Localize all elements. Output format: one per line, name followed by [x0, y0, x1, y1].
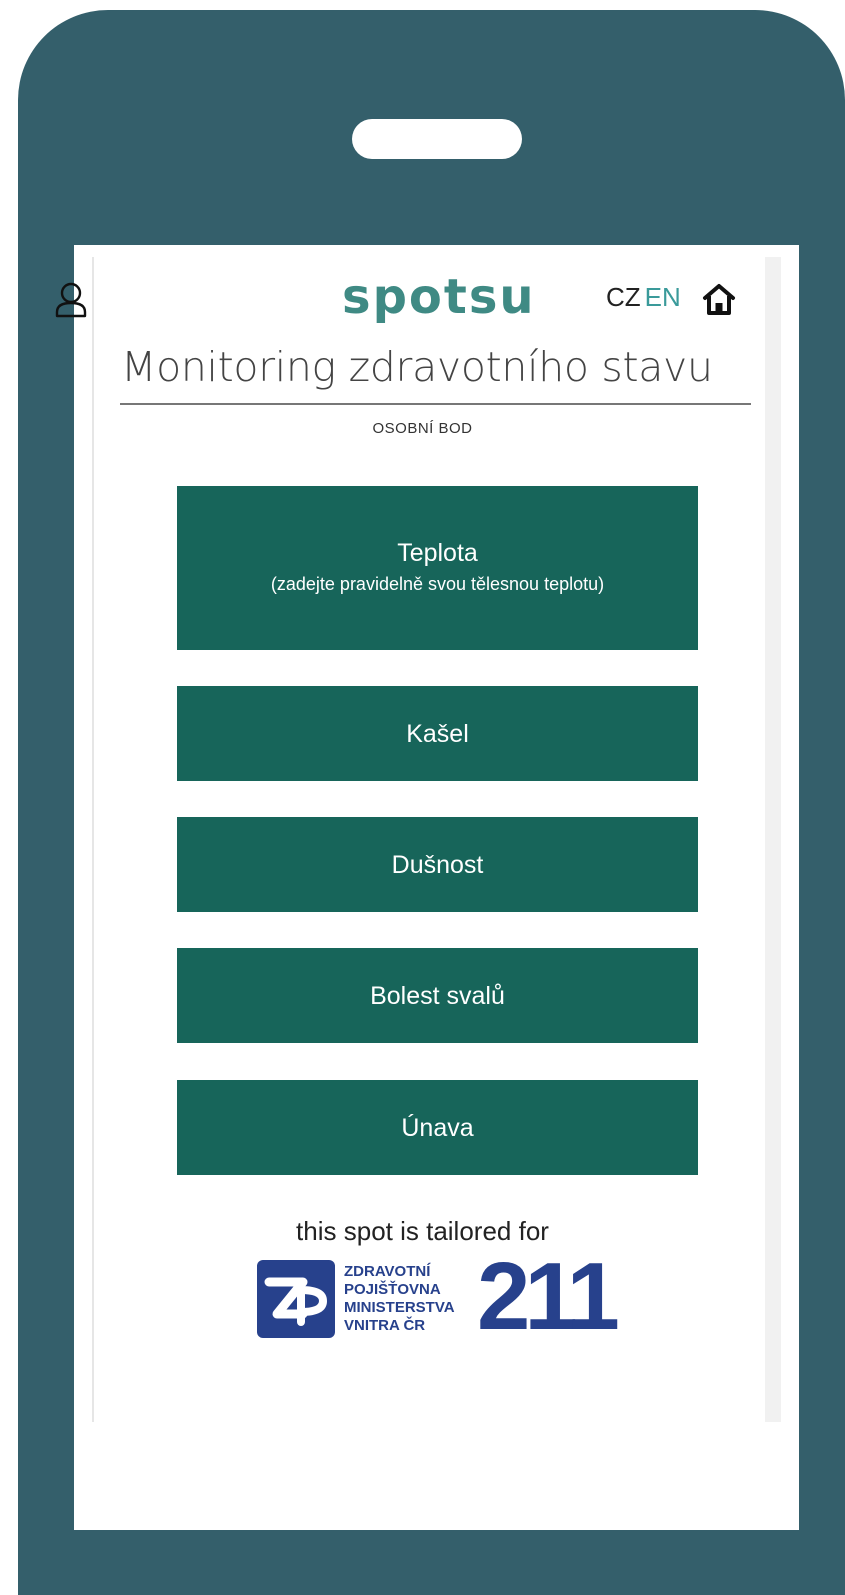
menu-button-kasel[interactable]: Kašel — [177, 686, 698, 781]
home-icon[interactable] — [702, 282, 736, 316]
menu-button-unava[interactable]: Únava — [177, 1080, 698, 1175]
page-subtitle: OSOBNÍ BOD — [372, 420, 473, 437]
menu-button-label: Kašel — [406, 719, 469, 748]
menu-button-hint: (zadejte pravidelně svou tělesnou teplot… — [270, 574, 605, 594]
title-divider — [120, 403, 751, 405]
lang-en-link[interactable]: EN — [645, 282, 681, 312]
menu-button-label: Teplota — [397, 539, 478, 567]
zp-mark-icon — [257, 1260, 335, 1338]
language-switcher: CZ EN — [606, 282, 681, 312]
menu-button-label: Únava — [401, 1113, 474, 1142]
partner-name: ZDRAVOTNÍ POJIŠŤOVNA MINISTERSTVA VNITRA… — [344, 1263, 455, 1334]
menu-button-teplota[interactable]: Teplota (zadejte pravidelně svou tělesno… — [177, 486, 698, 650]
menu-button-bolest-svalu[interactable]: Bolest svalů — [177, 948, 698, 1043]
footer-tagline: this spot is tailored for — [296, 1216, 549, 1246]
menu-button-dusnost[interactable]: Dušnost — [177, 817, 698, 912]
page-title: Monitoring zdravotního stavu — [121, 343, 713, 391]
phone-speaker — [352, 119, 522, 159]
partner-number: 211 — [477, 1243, 620, 1350]
menu-button-label: Bolest svalů — [370, 981, 505, 1010]
user-icon[interactable] — [54, 282, 88, 318]
menu-button-label: Dušnost — [391, 850, 484, 879]
spotsu-logo[interactable]: spotsu — [342, 270, 536, 324]
lang-cz-link[interactable]: CZ — [606, 282, 641, 312]
